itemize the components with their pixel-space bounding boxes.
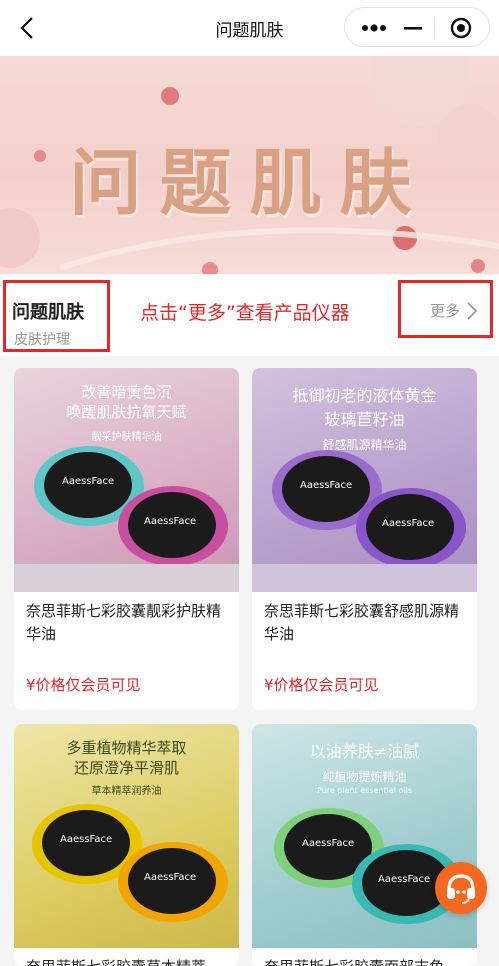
promo-tag-cn: 纯植物提炼精油 [322,770,407,784]
product-card[interactable]: 多重植物精华萃取 还原澄净平滑肌 草本精萃润养油 AaessFace Aaess… [14,724,239,966]
product-name[interactable]: 奈思菲斯七彩胶囊靓彩护肤精华油 [26,600,231,646]
product-card[interactable]: 改善暗黄色沉 唤醒肌肤抗氧天赋 靓采护肤精华油 AaessFace AaessF… [14,368,239,710]
promo-line1: 抵御初老的液体黄金 [292,386,437,405]
product-image[interactable]: 以油养肤≠油腻 纯植物提炼精油 Pure plant essential oil… [252,724,477,948]
hint-text: 点击“更多”查看产品仪器 [140,302,350,324]
promo-tag: 草本精萃润养油 [91,786,162,797]
minimize-icon[interactable] [401,18,425,38]
brand-label: AaessFace [144,872,197,883]
banner-title: 问题肌肤 [69,140,430,225]
promo-line2: 还原澄净平滑肌 [73,759,179,777]
customer-service-button[interactable] [435,862,487,914]
product-name[interactable]: 奈思菲斯七彩胶囊舒感肌源精华油 [264,600,469,646]
capsule-divider [434,17,435,39]
brand-label: AaessFace [302,838,355,849]
chevron-right-icon[interactable] [465,300,479,322]
product-name[interactable]: 奈思菲斯七彩胶囊草本精萃 [26,956,231,966]
close-target-icon[interactable] [449,16,473,40]
brand-label: AaessFace [144,516,197,527]
brand-label: AaessFace [378,874,431,885]
promo-line1: 多重植物精华萃取 [66,739,187,757]
product-card[interactable]: 以油养肤≠油腻 纯植物提炼精油 Pure plant essential oil… [252,724,477,966]
product-stand [252,564,477,592]
promo-line1: 改善暗黄色沉 [81,383,172,401]
more-dots-icon[interactable] [359,18,389,38]
more-link[interactable]: 更多 [430,300,460,321]
headset-icon [447,874,475,904]
product-name[interactable]: 奈思菲斯七彩胶囊面部志角 [264,956,469,966]
product-price: ¥价格仅会员可见 [26,676,141,694]
promo-tag: 靓采护肤精华油 [91,432,162,443]
section-subtitle: 皮肤护理 [14,332,70,348]
product-card[interactable]: 抵御初老的液体黄金 玻璃苣籽油 舒感肌源精华油 AaessFace AaessF… [252,368,477,710]
promo-tag-en: Pure plant essential oils [316,786,413,795]
promo-tag: 舒感肌源精华油 [322,438,407,452]
brand-label: AaessFace [382,518,435,529]
section-title: 问题肌肤 [12,302,84,323]
product-image[interactable]: 抵御初老的液体黄金 玻璃苣籽油 舒感肌源精华油 AaessFace AaessF… [252,368,477,592]
product-stand [14,564,239,592]
brand-label: AaessFace [60,834,113,845]
mini-program-capsule [344,7,490,47]
product-image[interactable]: 改善暗黄色沉 唤醒肌肤抗氧天赋 靓采护肤精华油 AaessFace AaessF… [14,368,239,592]
product-image[interactable]: 多重植物精华萃取 还原澄净平滑肌 草本精萃润养油 AaessFace Aaess… [14,724,239,948]
product-price: ¥价格仅会员可见 [264,676,379,694]
brand-label: AaessFace [62,476,115,487]
navigation-bar: 问题肌肤 [0,0,499,56]
section-header: 问题肌肤 皮肤护理 点击“更多”查看产品仪器 更多 [0,274,499,356]
brand-label: AaessFace [300,480,353,491]
promo-line1: 以油养肤≠油腻 [309,742,420,761]
category-banner: 问题肌肤 [0,56,499,274]
promo-line2: 唤醒肌肤抗氧天赋 [66,403,187,421]
promo-line2: 玻璃苣籽油 [324,410,405,429]
